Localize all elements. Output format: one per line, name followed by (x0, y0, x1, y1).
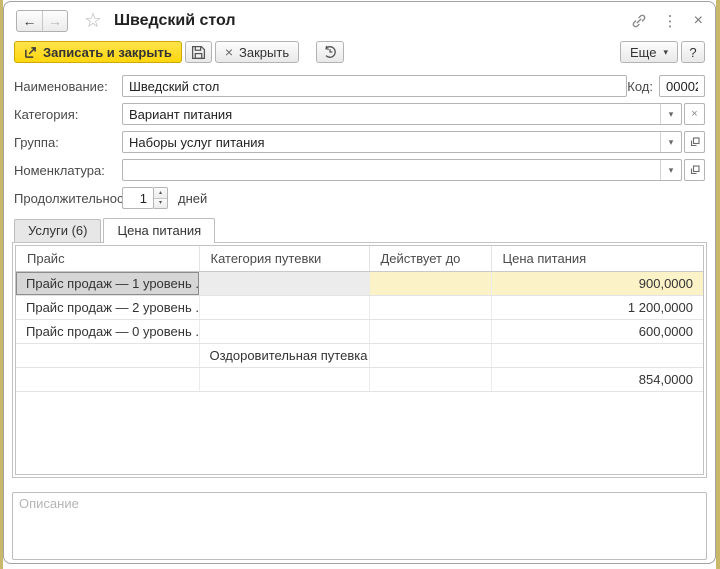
cell-price-list[interactable]: Прайс продаж — 0 уровень ... (16, 320, 199, 344)
cell-price-list[interactable]: Прайс продаж — 1 уровень ... (16, 272, 199, 296)
code-input[interactable] (659, 75, 705, 97)
table-row[interactable]: Прайс продаж — 2 уровень ... 1 200,0000 (16, 296, 703, 320)
open-icon[interactable] (684, 131, 705, 153)
column-header-valid-until[interactable]: Действует до (369, 246, 491, 272)
category-label: Категория: (14, 107, 122, 122)
cell-category[interactable]: Оздоровительная путевка (199, 344, 369, 368)
name-row: Наименование: Код: (14, 75, 705, 97)
cell-valid-until[interactable] (369, 272, 491, 296)
tab-page-panel: Прайс Категория путевки Действует до Цен… (12, 242, 707, 478)
duration-suffix: дней (178, 191, 207, 206)
cell-price[interactable]: 1 200,0000 (491, 296, 703, 320)
duration-input[interactable] (122, 187, 154, 209)
open-icon[interactable] (684, 159, 705, 181)
help-button[interactable]: ? (681, 41, 705, 63)
titlebar-actions: ⋮ × (631, 12, 703, 30)
back-icon[interactable]: ← (17, 11, 42, 31)
cell-price[interactable]: 900,0000 (491, 272, 703, 296)
tab-services[interactable]: Услуги (6) (14, 219, 101, 242)
spinner: ▴ ▾ (154, 187, 168, 209)
cell-price-list[interactable] (16, 344, 199, 368)
name-label: Наименование: (14, 79, 122, 94)
nomenclature-input[interactable] (123, 160, 660, 180)
table-row[interactable]: Прайс продаж — 0 уровень ... 600,0000 (16, 320, 703, 344)
close-form-button[interactable]: × Закрыть (215, 41, 299, 63)
description-field[interactable] (12, 492, 707, 560)
cell-valid-until[interactable] (369, 320, 491, 344)
group-label: Группа: (14, 135, 122, 150)
save-and-close-button[interactable]: Записать и закрыть (14, 41, 182, 63)
spin-down-icon[interactable]: ▾ (154, 198, 167, 209)
save-and-close-label: Записать и закрыть (43, 45, 172, 60)
duration-row: Продолжительность: ▴ ▾ дней (14, 187, 705, 209)
more-label: Еще (630, 45, 656, 60)
category-input[interactable] (123, 104, 660, 124)
name-input[interactable] (122, 75, 627, 97)
chevron-down-icon[interactable]: ▾ (660, 104, 681, 124)
nomenclature-label: Номенклатура: (14, 163, 122, 178)
chevron-down-icon: ▾ (663, 47, 668, 58)
nomenclature-row: Номенклатура: ▾ (14, 159, 705, 181)
favorite-star-icon[interactable]: ☆ (84, 11, 102, 31)
more-button[interactable]: Еще ▾ (620, 41, 678, 63)
table-row[interactable]: Оздоровительная путевка (16, 344, 703, 368)
tab-meal-price[interactable]: Цена питания (103, 218, 215, 243)
forward-icon[interactable]: → (42, 11, 67, 31)
chevron-down-icon[interactable]: ▾ (660, 132, 681, 152)
spin-up-icon[interactable]: ▴ (154, 188, 167, 198)
kebab-menu-icon[interactable]: ⋮ (663, 12, 678, 30)
history-icon (322, 44, 338, 60)
group-input[interactable] (123, 132, 660, 152)
page-title: Шведский стол (114, 12, 236, 30)
code-label: Код: (627, 79, 653, 94)
history-button[interactable] (316, 41, 344, 63)
table-header-row: Прайс Категория путевки Действует до Цен… (16, 246, 703, 272)
cell-price[interactable] (491, 344, 703, 368)
save-icon (191, 45, 206, 60)
save-close-icon (24, 46, 37, 59)
clear-icon[interactable]: × (684, 103, 705, 125)
toolbar: Записать и закрыть × Закрыть Еще ▾ (4, 37, 715, 69)
tab-bar: Услуги (6) Цена питания (14, 218, 705, 242)
close-icon[interactable]: × (694, 12, 703, 30)
cell-valid-until[interactable] (369, 344, 491, 368)
modal-glow-right (716, 0, 720, 569)
cell-price[interactable]: 854,0000 (491, 368, 703, 392)
cell-price-list[interactable] (16, 368, 199, 392)
group-row: Группа: ▾ (14, 131, 705, 153)
column-header-category[interactable]: Категория путевки (199, 246, 369, 272)
cell-valid-until[interactable] (369, 368, 491, 392)
duration-stepper: ▴ ▾ (122, 187, 168, 209)
titlebar: ← → ☆ Шведский стол ⋮ × (4, 2, 715, 37)
table-row[interactable]: Прайс продаж — 1 уровень ... 900,0000 (16, 272, 703, 296)
column-header-price-list[interactable]: Прайс (16, 246, 199, 272)
price-table: Прайс Категория путевки Действует до Цен… (15, 245, 704, 475)
form-window: ← → ☆ Шведский стол ⋮ × Записать (3, 1, 716, 564)
group-combo: ▾ (122, 131, 682, 153)
chevron-down-icon[interactable]: ▾ (660, 160, 681, 180)
cell-category[interactable] (199, 368, 369, 392)
table-row[interactable]: 854,0000 (16, 368, 703, 392)
column-header-meal-price[interactable]: Цена питания (491, 246, 703, 272)
save-button[interactable] (185, 41, 212, 63)
cell-price[interactable]: 600,0000 (491, 320, 703, 344)
nav-history-group: ← → (16, 10, 68, 32)
nomenclature-combo: ▾ (122, 159, 682, 181)
link-icon[interactable] (631, 13, 647, 29)
category-combo: ▾ (122, 103, 682, 125)
cell-price-list[interactable]: Прайс продаж — 2 уровень ... (16, 296, 199, 320)
form-fields: Наименование: Код: Категория: ▾ × Группа… (4, 75, 715, 209)
close-x-icon: × (225, 45, 233, 59)
category-row: Категория: ▾ × (14, 103, 705, 125)
close-form-label: Закрыть (239, 45, 289, 60)
duration-label: Продолжительность: (14, 191, 122, 206)
cell-category[interactable] (199, 320, 369, 344)
cell-category[interactable] (199, 296, 369, 320)
cell-category[interactable] (199, 272, 369, 296)
cell-valid-until[interactable] (369, 296, 491, 320)
